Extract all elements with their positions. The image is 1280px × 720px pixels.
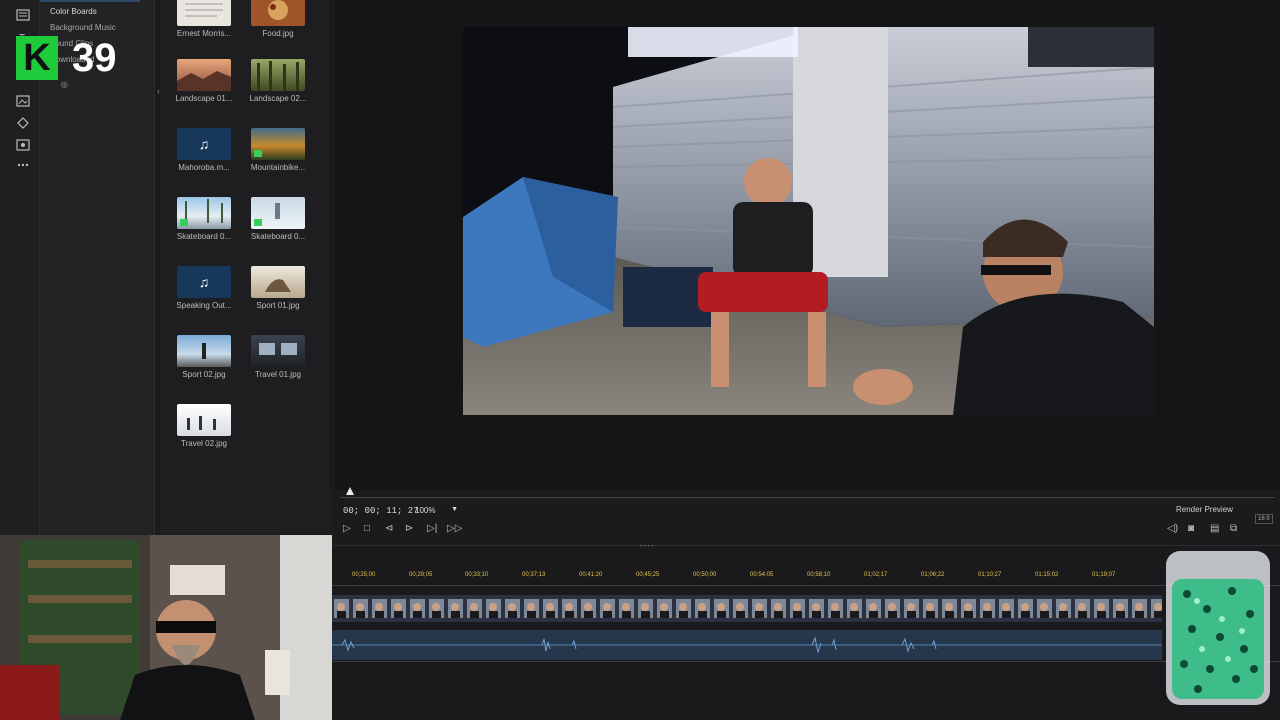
timecode-display: 00; 00; 11; 27: [343, 506, 419, 516]
media-icon[interactable]: [16, 8, 30, 21]
fx-icon[interactable]: [16, 138, 30, 151]
media-item[interactable]: Travel 01.jpg: [241, 335, 315, 379]
category-selection-bar: [40, 0, 140, 2]
more-icon[interactable]: [16, 158, 30, 170]
media-item[interactable]: Ernest Morris...: [167, 0, 241, 38]
media-thumbnail: [177, 59, 231, 91]
step-forward-icon[interactable]: ▷|: [427, 523, 437, 534]
media-label: Mahoroba.m...: [178, 163, 230, 172]
play-icon[interactable]: ▷: [343, 523, 351, 534]
media-library: Ernest Morris... Food.jpg Landscape 01..…: [160, 0, 330, 535]
media-item[interactable]: Landscape 02...: [241, 59, 315, 103]
video-track-clip[interactable]: [332, 595, 1162, 622]
media-thumbnail: [251, 0, 305, 26]
video-clip-icon: [254, 219, 262, 226]
media-label: Landscape 01...: [175, 94, 233, 103]
media-label: Travel 02.jpg: [181, 439, 227, 448]
media-thumbnail: [177, 404, 231, 436]
video-clip-icon: [254, 150, 262, 157]
media-label: Skateboard 0...: [250, 232, 306, 241]
ruler-tick: 00;29;05: [409, 572, 433, 578]
badge-number: 39: [72, 36, 117, 80]
ruler-tick: 00;45;25: [636, 572, 660, 578]
media-label: Food.jpg: [262, 29, 294, 38]
ruler-tick: 00;41;20: [579, 572, 603, 578]
media-thumbnail: [251, 335, 305, 367]
webcam-overlay: [0, 535, 332, 720]
media-label: Landscape 02...: [249, 94, 307, 103]
category-color-boards[interactable]: Color Boards: [50, 7, 97, 16]
media-item[interactable]: Sport 02.jpg: [167, 335, 241, 379]
aspect-ratio-select[interactable]: 16:9: [1255, 514, 1273, 524]
badge-letter: K: [16, 36, 58, 80]
media-item[interactable]: ♫ Speaking Out...: [167, 266, 241, 310]
panel-resize-handle[interactable]: • • • •: [640, 544, 653, 550]
media-label: Sport 01.jpg: [256, 301, 300, 310]
category-background-music[interactable]: Background Music: [50, 23, 116, 32]
snapshot-icon[interactable]: ◙: [1188, 523, 1194, 534]
video-editor-window: T Color Boards Background Music Sound Cl…: [0, 0, 1280, 720]
media-item[interactable]: Sport 01.jpg: [241, 266, 315, 310]
media-label: Mountainbike...: [250, 163, 306, 172]
ruler-tick: 01;19;07: [1092, 572, 1116, 578]
volume-icon[interactable]: ◁): [1167, 523, 1178, 534]
media-thumbnail: [251, 197, 305, 229]
media-item[interactable]: Travel 02.jpg: [167, 404, 241, 448]
media-item[interactable]: ♫ Mahoroba.m...: [167, 128, 241, 172]
ruler-tick: 00;37;13: [522, 572, 546, 578]
media-thumbnail: [251, 128, 305, 160]
stop-icon[interactable]: □: [364, 523, 370, 534]
ruler-tick: 01;10;27: [978, 572, 1002, 578]
playhead-marker[interactable]: [346, 487, 354, 495]
overlay-icon[interactable]: [16, 94, 30, 107]
video-clip-icon: [180, 219, 188, 226]
media-item[interactable]: Skateboard 0...: [167, 197, 241, 241]
zoom-value: 100%: [415, 506, 436, 515]
fast-forward-icon[interactable]: ▷▷: [447, 523, 462, 534]
music-note-icon: ♫: [177, 128, 231, 160]
display-settings-icon[interactable]: ▤: [1210, 523, 1219, 534]
ruler-tick: 01;02;17: [864, 572, 888, 578]
media-thumbnail: [251, 266, 305, 298]
media-thumbnail: [177, 197, 231, 229]
ruler-tick: 00;58;10: [807, 572, 831, 578]
ruler-tick: 00;25;00: [352, 572, 376, 578]
media-thumbnail: [177, 335, 231, 367]
preview-video-frame: [463, 27, 1154, 415]
ruler-tick: 00;54;05: [750, 572, 774, 578]
media-item[interactable]: Food.jpg: [241, 0, 315, 38]
media-thumbnail: [251, 59, 305, 91]
media-label: Skateboard 0...: [176, 232, 232, 241]
ruler-tick: 01;06;22: [921, 572, 945, 578]
media-thumbnail: [177, 0, 231, 26]
track-divider: [332, 661, 1280, 662]
particle-icon[interactable]: [16, 116, 30, 129]
zoom-select[interactable]: 100% ▼: [412, 504, 461, 517]
media-label: Sport 02.jpg: [182, 370, 226, 379]
ruler-baseline: [332, 585, 1280, 586]
music-note-icon: ♫: [177, 266, 231, 298]
media-item[interactable]: Landscape 01...: [167, 59, 241, 103]
undock-icon[interactable]: ⧉: [1230, 523, 1237, 534]
media-item[interactable]: Skateboard 0...: [241, 197, 315, 241]
media-label: Travel 01.jpg: [255, 370, 301, 379]
ruler-tick: 00;50;00: [693, 572, 717, 578]
media-item[interactable]: Mountainbike...: [241, 128, 315, 172]
ruler-tick: 00;33;10: [465, 572, 489, 578]
ruler-tick: 01;15;02: [1035, 572, 1059, 578]
media-label: Speaking Out...: [176, 301, 232, 310]
candy-jar-overlay: [1162, 549, 1274, 709]
chevron-down-icon: ▼: [451, 506, 458, 513]
scrub-bar[interactable]: [340, 497, 1275, 498]
previous-frame-icon[interactable]: ⊲: [385, 523, 393, 534]
timeline-ruler[interactable]: 00;25;00 00;29;05 00;33;10 00;37;13 00;4…: [332, 572, 1280, 586]
render-preview-button[interactable]: Render Preview: [1176, 505, 1233, 514]
next-frame-icon[interactable]: ⊳: [405, 523, 413, 534]
media-label: Ernest Morris...: [176, 29, 232, 38]
stream-badge: K 39: [16, 36, 131, 82]
audio-track-clip[interactable]: [332, 630, 1162, 660]
